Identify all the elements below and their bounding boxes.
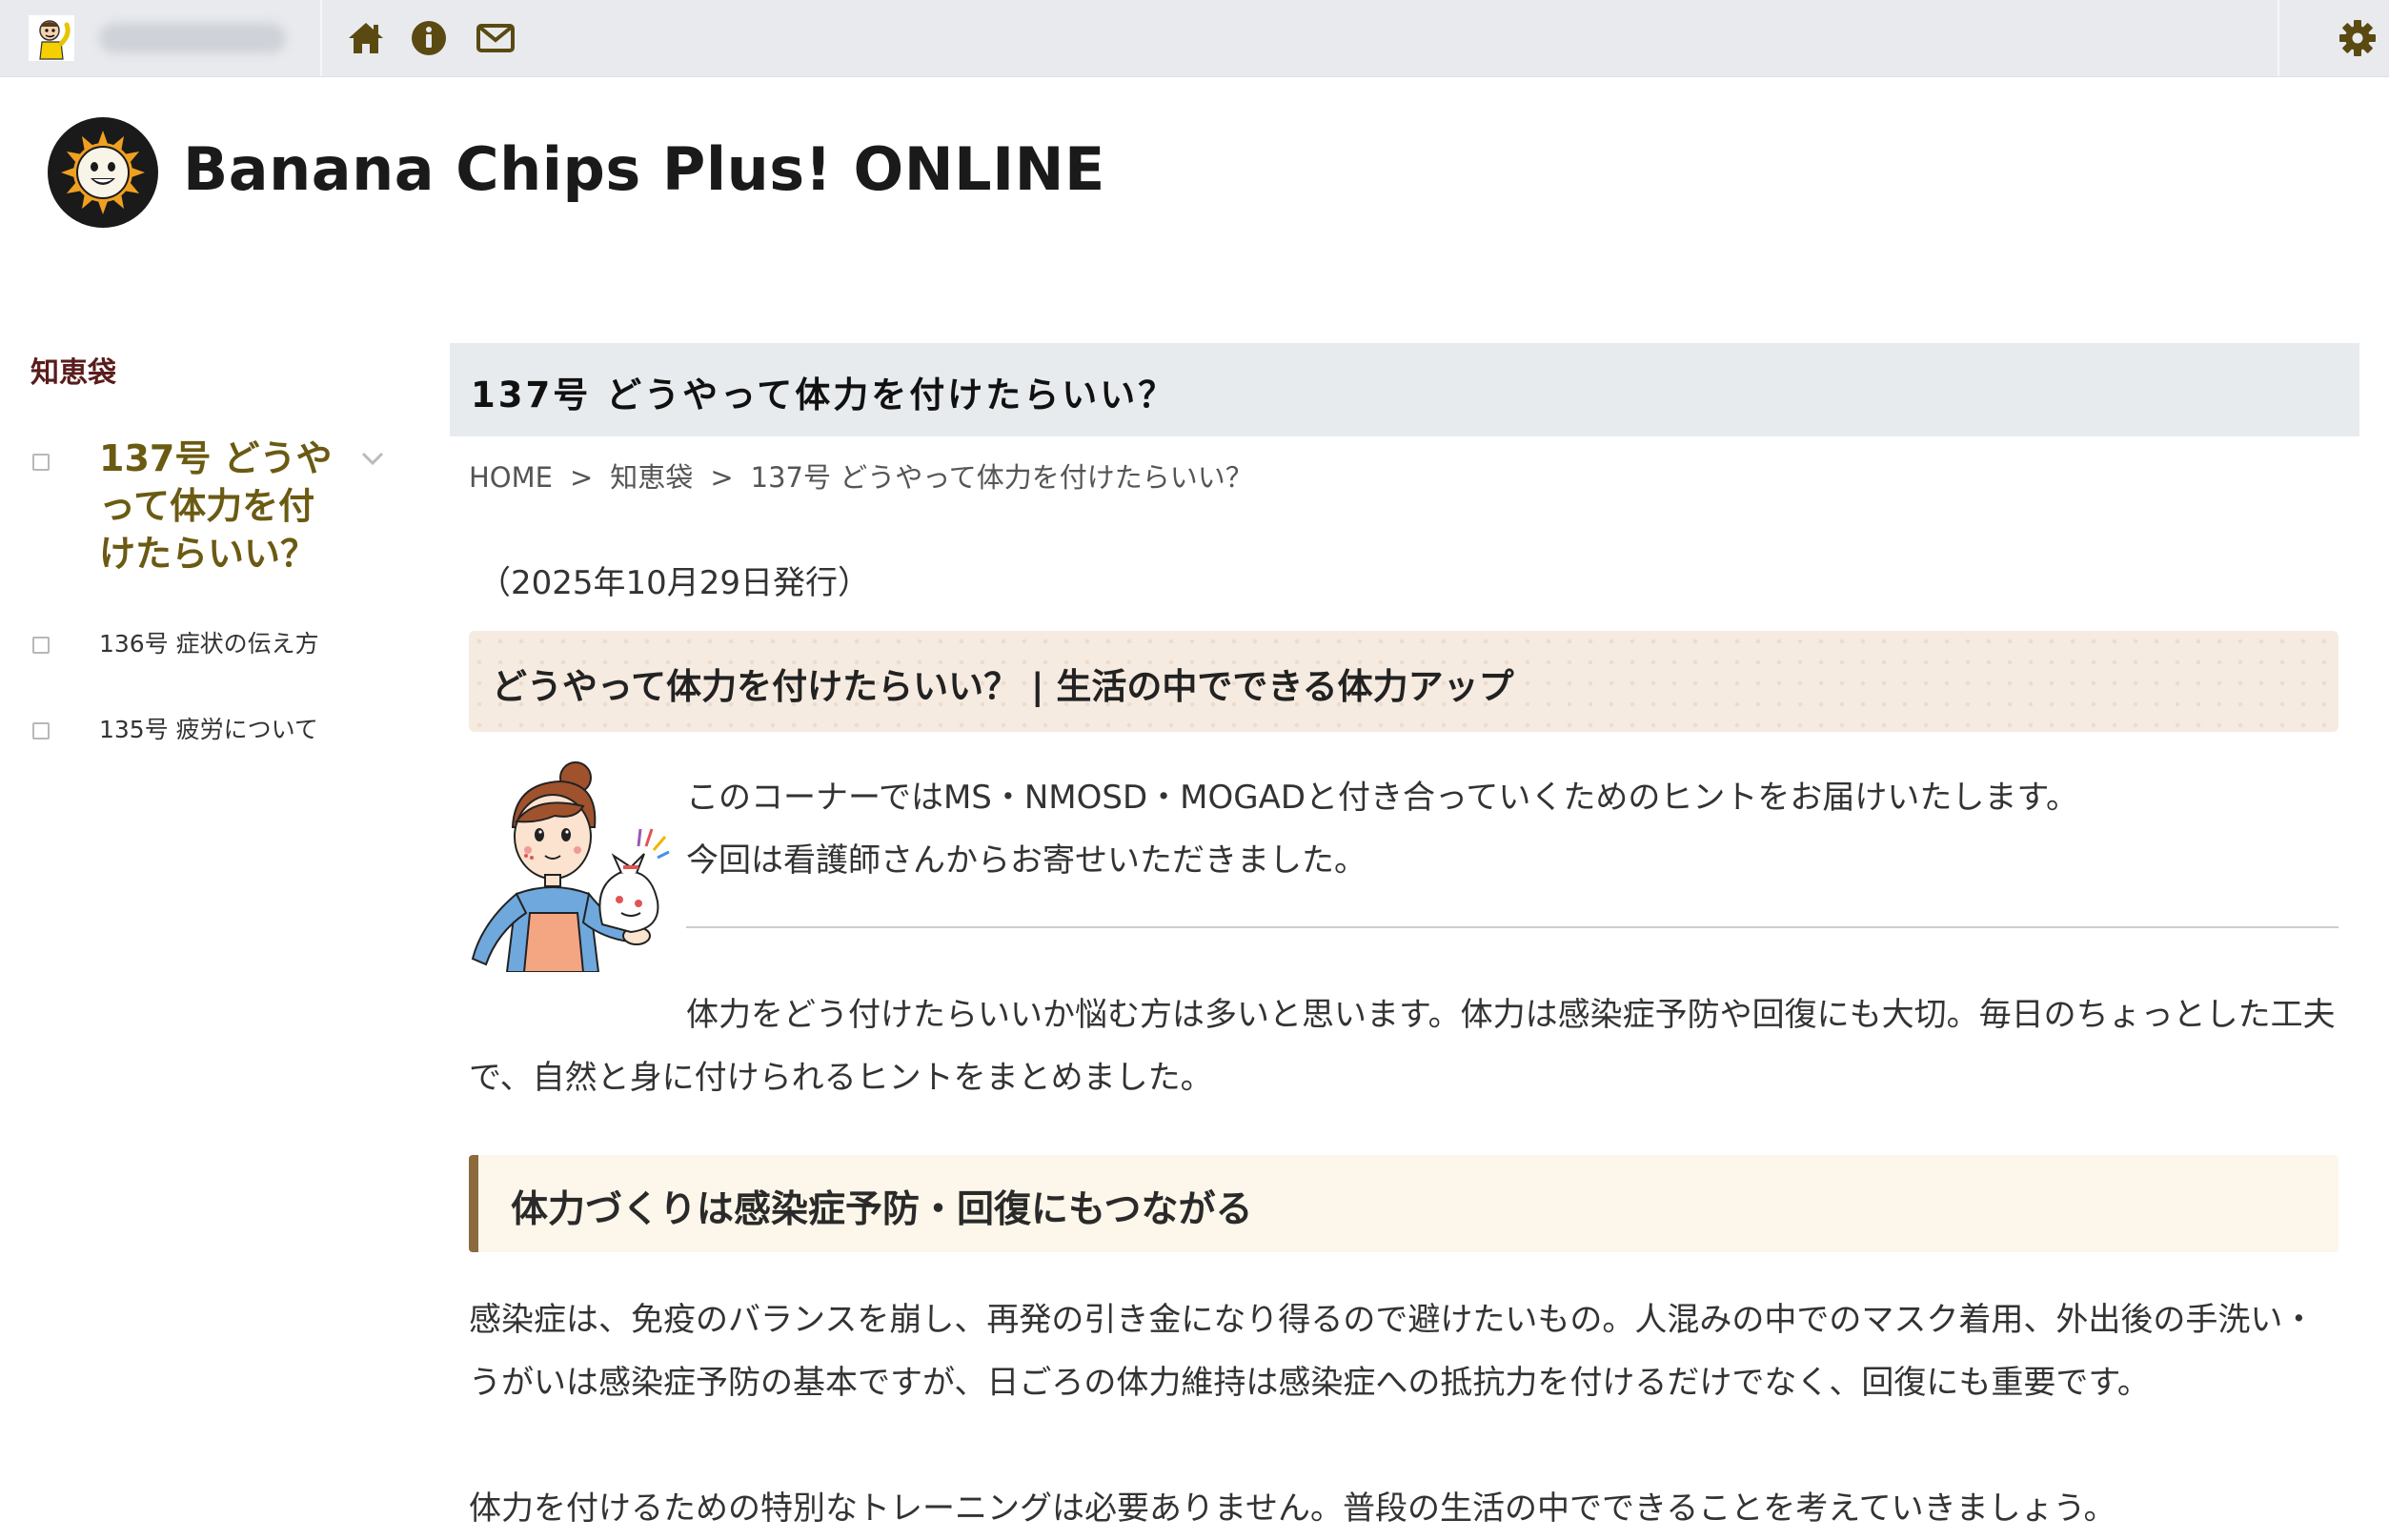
home-icon[interactable] [345, 17, 387, 59]
page-title: 137号 どうやって体力を付けたらいい？ [471, 375, 1177, 415]
breadcrumb-home[interactable]: HOME [469, 461, 553, 494]
page-title-bar: 137号 どうやって体力を付けたらいい？ [450, 343, 2359, 436]
nurse-illustration [469, 760, 671, 973]
banana-mascot-icon [29, 15, 74, 61]
list-bullet [32, 722, 50, 740]
list-bullet [32, 637, 50, 654]
chevron-down-icon[interactable] [358, 444, 387, 473]
breadcrumb-category[interactable]: 知恵袋 [610, 461, 693, 494]
user-name [99, 23, 286, 53]
site-logo[interactable] [46, 115, 160, 230]
sidebar-item-135[interactable]: 135号 疲労について [0, 711, 419, 749]
sidebar-item-137[interactable]: 137号 どうやって体力を付けたらいい？ [0, 435, 419, 578]
breadcrumb-separator: > [710, 461, 734, 494]
gear-icon[interactable] [2337, 17, 2379, 59]
sidebar-item-label: 136号 症状の伝え方 [99, 630, 319, 658]
body-paragraph: 感染症は、免疫のバランスを崩し、再発の引き金になり得るので避けたいもの。人混みの… [469, 1301, 2316, 1402]
section-banner: どうやって体力を付けたらいい？ | 生活の中でできる体力アップ [469, 631, 2338, 732]
nurse-holding-bag-icon [471, 761, 670, 973]
avatar[interactable] [29, 15, 74, 61]
body-paragraph: 体力を付けるための特別なトレーニングは必要ありません。普段の生活の中でできること… [469, 1489, 2116, 1528]
body-paragraph: 体力をどう付けたらいいか悩む方は多いと思います。体力は感染症予防や回復にも大切。… [469, 996, 2336, 1097]
intro-line: このコーナーではMS・NMOSD・MOGADと付き合っていくためのヒントをお届け… [686, 779, 2078, 817]
list-bullet [32, 454, 50, 471]
sun-face-logo-icon [48, 117, 158, 228]
toolbar-divider [320, 0, 322, 76]
top-toolbar [0, 0, 2389, 77]
mail-icon[interactable] [475, 17, 516, 59]
sidebar-item-label: 135号 疲労について [99, 716, 318, 743]
breadcrumb-current: 137号 どうやって体力を付けたらいい？ [750, 461, 1253, 494]
section-heading: どうやって体力を付けたらいい？ | 生活の中でできる体力アップ [492, 666, 1514, 707]
info-icon[interactable] [408, 17, 450, 59]
sidebar-item-136[interactable]: 136号 症状の伝え方 [0, 625, 419, 663]
breadcrumb-separator: > [569, 461, 594, 494]
subsection-heading: 体力づくりは感染症予防・回復にもつながる [511, 1188, 1253, 1231]
intro-line: 今回は看護師さんからお寄せいただきました。 [686, 841, 1367, 880]
breadcrumb: HOME > 知恵袋 >137号 どうやって体力を付けたらいい？ [469, 456, 1253, 496]
issue-date: （2025年10月29日発行） [478, 564, 871, 602]
sidebar-item-label: 137号 どうやって体力を付けたらいい？ [99, 437, 333, 575]
subsection-banner: 体力づくりは感染症予防・回復にもつながる [469, 1155, 2338, 1252]
site-title[interactable]: Banana Chips Plus! ONLINE [183, 134, 1105, 204]
intro-text: このコーナーではMS・NMOSD・MOGADと付き合っていくためのヒントをお届け… [686, 766, 2338, 892]
site-header: Banana Chips Plus! ONLINE [0, 77, 2389, 268]
toolbar-divider [2278, 0, 2279, 76]
sidebar-heading[interactable]: 知恵袋 [30, 349, 116, 391]
divider [686, 926, 2338, 928]
